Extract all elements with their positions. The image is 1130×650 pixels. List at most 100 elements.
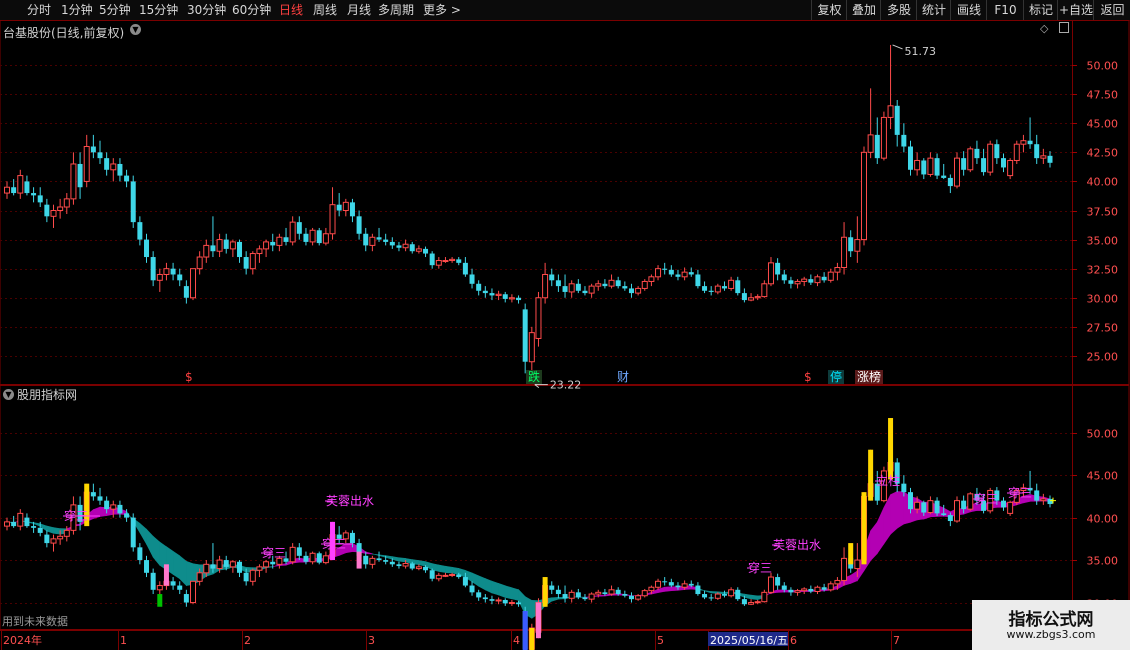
- main-candle-body: [622, 286, 628, 289]
- date-label: 5: [657, 634, 664, 647]
- main-candle-body: [821, 276, 827, 281]
- indicator-candle-body: [270, 561, 276, 565]
- indicator-candle-body: [256, 566, 263, 571]
- indicator-ribbon-segment: [850, 570, 858, 584]
- indicator-candle-body: [814, 586, 821, 592]
- indicator-ribbon-segment: [445, 565, 453, 574]
- main-candle-body: [748, 297, 755, 301]
- main-candle-body: [183, 286, 189, 298]
- main-candle-body: [309, 229, 316, 243]
- main-candle-body: [595, 283, 602, 287]
- indicator-ribbon-segment: [93, 506, 101, 520]
- main-candle-body: [953, 157, 960, 187]
- main-candle-body: [170, 268, 176, 275]
- indicator-ribbon-segment: [418, 560, 426, 567]
- indicator-ribbon-segment: [511, 587, 519, 601]
- signal-bar: [542, 577, 548, 607]
- main-candle-body: [934, 158, 940, 176]
- main-candle-body: [974, 148, 980, 159]
- main-candle-body: [655, 268, 662, 278]
- indicator-candle-body: [190, 580, 197, 604]
- main-candle-body: [163, 268, 170, 275]
- indicator-candle-body: [961, 500, 967, 510]
- main-candle-body: [276, 236, 283, 246]
- main-candle-body: [137, 222, 143, 240]
- indicator-ribbon-segment: [498, 582, 506, 598]
- indicator-candle-body: [495, 599, 502, 602]
- indicator-ribbon-segment: [345, 543, 353, 554]
- main-candle-body: [641, 280, 648, 289]
- main-candle-body: [229, 241, 236, 250]
- event-badge: 涨榜: [857, 369, 881, 384]
- indicator-ribbon-segment: [431, 563, 440, 572]
- indicator-ribbon-segment: [392, 556, 400, 562]
- main-candle-body: [528, 332, 535, 363]
- main-candle-body: [316, 230, 322, 244]
- indicator-candle-body: [349, 532, 355, 544]
- main-candle-body: [894, 105, 900, 135]
- main-candle-body: [874, 134, 880, 159]
- main-candle-body: [44, 204, 50, 217]
- indicator-candle-body: [808, 588, 814, 592]
- indicator-candle-body: [469, 585, 475, 593]
- main-candle-body: [841, 236, 848, 269]
- indicator-candle-body: [183, 594, 189, 603]
- indicator-candle-body: [476, 592, 482, 598]
- main-candle-body: [887, 105, 894, 118]
- main-candle-body: [289, 221, 296, 243]
- indicator-candle-body: [688, 583, 694, 586]
- main-candle-body: [462, 262, 468, 275]
- main-candle-body: [827, 271, 834, 281]
- main-price-tick-label: 35.00: [1087, 235, 1119, 248]
- indicator-candle-body: [124, 513, 130, 518]
- main-candle-body: [754, 296, 761, 299]
- main-candle-body: [104, 158, 110, 170]
- chevron-down-icon[interactable]: ▼: [3, 389, 14, 400]
- indicator-candle-body: [150, 572, 156, 590]
- high-pointer: [892, 44, 903, 50]
- main-candle-body: [1000, 158, 1006, 168]
- watermark-title: 指标公式网: [1008, 610, 1094, 630]
- main-candle-body: [907, 146, 913, 170]
- indicator-ribbon-segment: [777, 589, 785, 593]
- indicator-ribbon-segment: [139, 522, 147, 546]
- indicator-candle-body: [821, 587, 827, 590]
- main-candle-body: [57, 206, 64, 211]
- main-candle-body: [435, 260, 442, 266]
- indicator-candle-body: [322, 555, 329, 564]
- indicator-candle-body: [827, 583, 834, 591]
- main-candle-body: [588, 285, 595, 294]
- chevron-down-icon[interactable]: ▼: [130, 24, 141, 35]
- indicator-candle-body: [1047, 498, 1053, 505]
- indicator-candle-body: [196, 572, 203, 582]
- window-toggle-icon[interactable]: [1059, 22, 1069, 33]
- main-candle-body: [296, 222, 302, 234]
- indicator-candle-body: [203, 563, 210, 574]
- date-label: 7: [893, 634, 900, 647]
- indicator-candle-body: [309, 552, 316, 563]
- indicator-ribbon-segment: [518, 588, 526, 615]
- main-candle-body: [256, 248, 263, 255]
- diamond-icon[interactable]: ◇: [1040, 22, 1048, 35]
- main-candle-body: [442, 260, 449, 263]
- event-badge: 停: [830, 369, 842, 384]
- main-candle-body: [562, 286, 568, 292]
- indicator-candle-body: [289, 546, 296, 563]
- main-candle-body: [848, 237, 854, 252]
- main-candle-body: [794, 280, 801, 285]
- date-label: 6: [790, 634, 797, 647]
- indicator-candle-body: [741, 599, 747, 605]
- indicator-ribbon-segment: [438, 564, 446, 573]
- main-candle-body: [329, 204, 336, 235]
- main-candle-body: [177, 274, 183, 281]
- indicator-ribbon-segment: [485, 578, 493, 594]
- event-badge: 跌: [528, 369, 540, 384]
- indicator-ribbon-segment: [870, 521, 878, 562]
- main-candle-body: [967, 148, 974, 171]
- indicator-ribbon-segment: [53, 527, 61, 535]
- main-candle-body: [389, 241, 395, 246]
- indicator-ribbon-segment: [704, 590, 712, 594]
- indicator-candle-body: [1007, 501, 1014, 514]
- main-candle-body: [223, 239, 229, 249]
- signal-bar: [868, 449, 874, 501]
